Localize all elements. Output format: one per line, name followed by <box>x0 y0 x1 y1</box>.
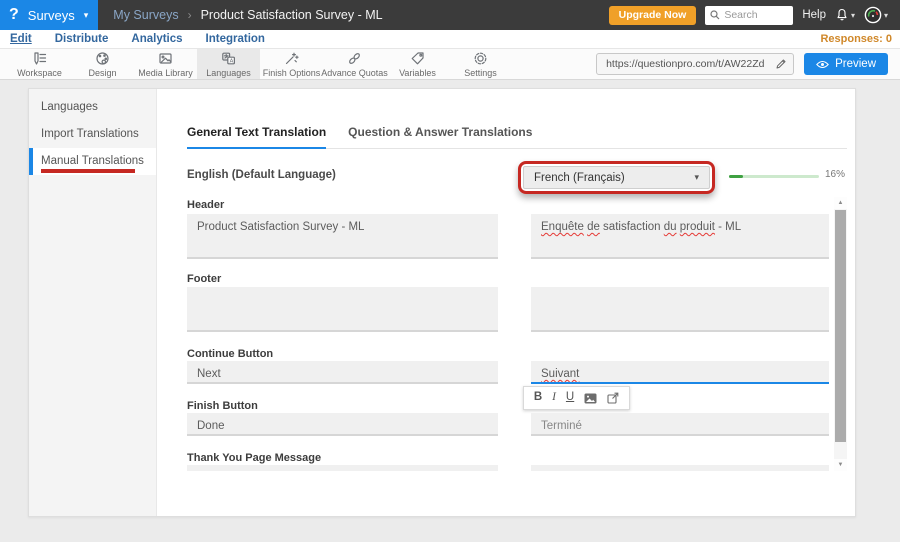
search-icon <box>710 10 720 20</box>
italic-button[interactable]: I <box>552 392 556 404</box>
source-language-label: English (Default Language) <box>187 169 336 181</box>
tab-general-text-translation[interactable]: General Text Translation <box>187 125 326 149</box>
survey-title: Product Satisfaction Survey - ML <box>201 8 383 22</box>
preview-button[interactable]: Preview <box>804 53 888 75</box>
translation-progress-percent: 16% <box>825 169 845 180</box>
nav-tab-distribute[interactable]: Distribute <box>55 33 109 45</box>
red-underline-annotation <box>41 169 135 173</box>
footer-field-label: Footer <box>187 273 221 285</box>
questionpro-logo-icon: ? <box>9 7 19 23</box>
section-nav: Edit Distribute Analytics Integration Re… <box>0 30 900 49</box>
nav-tab-integration[interactable]: Integration <box>206 33 265 45</box>
underline-button[interactable]: U <box>566 392 574 404</box>
product-menu[interactable]: ? Surveys ▾ <box>0 0 98 30</box>
thank-you-source-text <box>187 465 498 471</box>
chevron-down-icon: ▾ <box>884 11 888 20</box>
search-input[interactable] <box>724 9 788 21</box>
chevron-down-icon: ▾ <box>851 11 855 20</box>
tool-finish-options[interactable]: Finish Options <box>260 49 323 79</box>
magic-wand-icon <box>284 51 299 66</box>
gear-icon <box>473 51 488 66</box>
continue-button-source-text: Next <box>187 361 498 384</box>
nav-tab-edit[interactable]: Edit <box>10 33 32 45</box>
header-translation-input[interactable]: Enquête de satisfaction du produit - ML <box>531 214 829 259</box>
sidebar-item-manual-translations[interactable]: Manual Translations <box>29 148 156 175</box>
tool-languages[interactable]: A Languages <box>197 49 260 79</box>
eye-icon <box>816 60 829 69</box>
scroll-up-button[interactable]: ▲ <box>834 197 847 209</box>
tool-advance-quotas[interactable]: Advance Quotas <box>323 49 386 79</box>
continue-button-field-label: Continue Button <box>187 348 273 360</box>
translations-panel: Languages Import Translations Manual Tra… <box>28 88 856 517</box>
chain-links-icon <box>347 51 362 66</box>
survey-url-box <box>596 53 794 75</box>
breadcrumb: My Surveys › Product Satisfaction Survey… <box>113 8 382 22</box>
header-source-text: Product Satisfaction Survey - ML <box>187 214 498 259</box>
target-language-select[interactable]: French (Français) ▾ <box>523 166 710 189</box>
bell-icon <box>835 8 849 22</box>
nav-tab-analytics[interactable]: Analytics <box>131 33 182 45</box>
scroll-down-button[interactable]: ▼ <box>834 459 847 471</box>
survey-url-field[interactable] <box>597 58 769 70</box>
tab-question-answer-translations[interactable]: Question & Answer Translations <box>348 125 532 148</box>
help-link[interactable]: Help <box>802 9 826 21</box>
translate-icon: A <box>221 51 236 66</box>
tool-settings[interactable]: Settings <box>449 49 512 79</box>
tag-icon <box>410 51 425 66</box>
footer-translation-input[interactable] <box>531 287 829 332</box>
translation-tabs: General Text Translation Question & Answ… <box>187 125 847 149</box>
upgrade-now-button[interactable]: Upgrade Now <box>609 6 697 25</box>
responses-count[interactable]: Responses: 0 <box>820 33 900 45</box>
thank-you-translation-input[interactable] <box>531 465 829 471</box>
sidebar-item-import-translations[interactable]: Import Translations <box>29 121 156 148</box>
translations-sidebar: Languages Import Translations Manual Tra… <box>29 89 157 516</box>
continue-button-translation-input[interactable]: Suivant <box>531 361 829 384</box>
product-menu-label: Surveys <box>28 8 75 23</box>
breadcrumb-my-surveys[interactable]: My Surveys <box>113 8 178 22</box>
finish-button-translation-input[interactable]: Terminé <box>531 413 829 436</box>
finish-button-field-label: Finish Button <box>187 400 258 412</box>
palette-icon <box>95 51 110 66</box>
translation-progress-bar <box>729 175 819 178</box>
tool-media-library[interactable]: Media Library <box>134 49 197 79</box>
workspace-icon <box>32 51 47 66</box>
translation-progress-fill <box>729 175 743 178</box>
image-icon <box>158 51 173 66</box>
global-search[interactable] <box>705 6 793 25</box>
avatar <box>864 6 882 24</box>
tool-variables[interactable]: Variables <box>386 49 449 79</box>
tool-design[interactable]: Design <box>71 49 134 79</box>
chevron-down-icon: ▾ <box>84 10 89 21</box>
edit-toolbar: Workspace Design Media Library A Languag… <box>0 49 900 80</box>
svg-text:A: A <box>230 58 234 64</box>
top-bar: ? Surveys ▾ My Surveys › Product Satisfa… <box>0 0 900 30</box>
sidebar-item-languages[interactable]: Languages <box>29 94 156 121</box>
form-scrollbar[interactable]: ▲ ▼ <box>834 197 847 471</box>
chevron-down-icon: ▾ <box>694 172 699 183</box>
insert-image-icon[interactable] <box>584 393 597 404</box>
red-box-annotation: French (Français) ▾ <box>518 161 715 194</box>
breadcrumb-separator: › <box>188 8 192 22</box>
translation-content: General Text Translation Question & Answ… <box>157 89 855 516</box>
scrollbar-thumb[interactable] <box>835 210 846 442</box>
insert-link-icon[interactable] <box>607 392 619 404</box>
footer-source-text <box>187 287 498 332</box>
finish-button-source-text: Done <box>187 413 498 436</box>
account-menu[interactable]: ▾ <box>864 6 888 24</box>
rich-text-toolbar: B I U <box>523 386 630 410</box>
header-field-label: Header <box>187 199 224 211</box>
edit-url-button[interactable] <box>769 54 793 74</box>
pencil-icon <box>775 58 787 70</box>
notifications-menu[interactable]: ▾ <box>835 8 855 22</box>
thank-you-field-label: Thank You Page Message <box>187 452 321 464</box>
tool-workspace[interactable]: Workspace <box>8 49 71 79</box>
bold-button[interactable]: B <box>534 392 542 404</box>
